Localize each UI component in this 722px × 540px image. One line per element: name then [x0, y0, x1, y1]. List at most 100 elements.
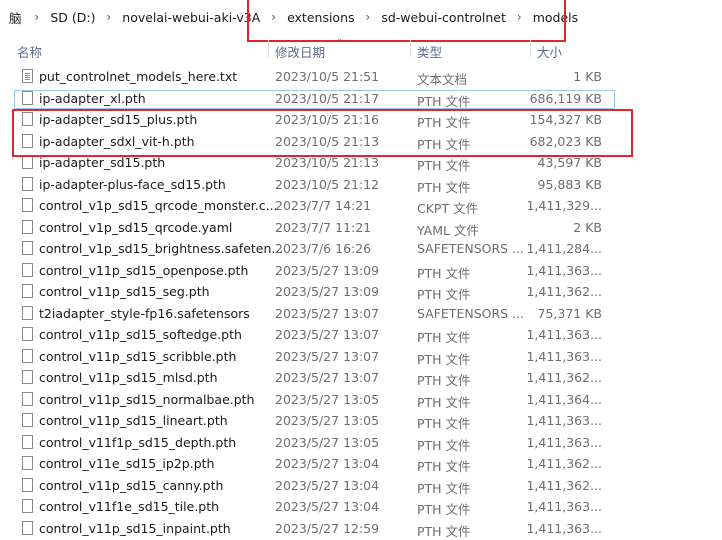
- file-size: 2 KB: [573, 219, 602, 235]
- file-type: PTH 文件: [417, 373, 471, 388]
- file-row[interactable]: put_controlnet_models_here.txt 2023/10/5 …: [0, 66, 722, 88]
- sort-chevron-icon[interactable]: ⌄: [336, 34, 343, 43]
- file-date: 2023/5/27 13:07: [275, 305, 380, 321]
- file-name: control_v1p_sd15_qrcode.yaml: [39, 219, 233, 235]
- file-icon: [22, 456, 33, 470]
- file-row[interactable]: ip-adapter_sd15_plus.pth 2023/10/5 21:16 P…: [0, 109, 722, 131]
- file-row[interactable]: control_v1p_sd15_qrcode_monster.c... 2023…: [0, 195, 722, 217]
- file-type: PTH 文件: [417, 437, 471, 453]
- file-row[interactable]: control_v11p_sd15_softedge.pth 2023/5/27 …: [0, 324, 722, 346]
- file-icon: [22, 90, 33, 105]
- file-date: 2023/5/27 13:07: [275, 370, 380, 385]
- file-row[interactable]: ip-adapter_sd15.pth 2023/10/5 21:13 PTH 文件…: [0, 152, 722, 174]
- file-row[interactable]: control_v11p_sd15_mlsd.pth 2023/5/27 13:0…: [0, 367, 722, 389]
- file-row[interactable]: control_v11p_sd15_seg.pth 2023/5/27 13:09…: [0, 281, 722, 303]
- file-icon: [22, 241, 33, 255]
- file-name: ip-adapter_sd15.pth: [39, 155, 166, 170]
- file-row[interactable]: control_v11p_sd15_scribble.pth 2023/5/27 …: [0, 346, 722, 368]
- file-size: 1,411,363...: [526, 327, 602, 342]
- breadcrumb-separator-icon[interactable]: ›: [357, 10, 380, 24]
- breadcrumb-item-models[interactable]: models: [531, 10, 580, 25]
- file-type: PTH 文件: [417, 459, 471, 474]
- file-row[interactable]: control_v11p_sd15_normalbae.pth 2023/5/27…: [0, 389, 722, 411]
- file-type: SAFETENSORS ...: [417, 305, 524, 321]
- breadcrumb-item-drive[interactable]: SD (D:): [48, 10, 97, 25]
- file-name: control_v1p_sd15_qrcode_monster.c...: [39, 198, 278, 213]
- column-header-date[interactable]: 修改日期: [275, 42, 325, 61]
- file-icon: [22, 520, 33, 535]
- file-icon: [22, 391, 33, 406]
- file-icon: [22, 434, 33, 449]
- breadcrumb-separator-icon[interactable]: ›: [26, 10, 49, 24]
- breadcrumb-item-controlnet[interactable]: sd-webui-controlnet: [379, 10, 508, 25]
- file-name: control_v11f1p_sd15_depth.pth: [39, 434, 237, 450]
- column-divider[interactable]: [268, 40, 269, 58]
- file-date: 2023/5/27 13:05: [275, 413, 380, 428]
- breadcrumb-item-webui[interactable]: novelai-webui-aki-v3A: [120, 10, 262, 25]
- file-row[interactable]: ip-adapter_xl.pth 2023/10/5 21:17 PTH 文件 68…: [0, 88, 722, 110]
- file-row[interactable]: ip-adapter_sdxl_vit-h.pth 2023/10/5 21:13…: [0, 131, 722, 153]
- file-type: PTH 文件: [417, 93, 471, 109]
- column-header-size[interactable]: 大小: [537, 42, 562, 61]
- breadcrumb-item-computer[interactable]: 脑: [0, 8, 26, 27]
- file-date: 2023/7/7 11:21: [275, 219, 372, 235]
- file-date: 2023/5/27 13:05: [275, 391, 380, 407]
- file-size: 1,411,363...: [526, 413, 602, 428]
- file-row[interactable]: control_v1p_sd15_brightness.safeten... 20…: [0, 238, 722, 260]
- file-date: 2023/10/5 21:16: [275, 112, 380, 127]
- file-row[interactable]: control_v11p_sd15_inpaint.pth 2023/5/27 1…: [0, 518, 722, 540]
- file-type: PTH 文件: [417, 179, 471, 195]
- file-size: 75,371 KB: [537, 305, 602, 321]
- file-name: control_v11p_sd15_normalbae.pth: [39, 391, 255, 407]
- file-name: control_v11p_sd15_scribble.pth: [39, 348, 237, 364]
- breadcrumb-separator-icon[interactable]: ›: [262, 10, 285, 24]
- file-type: PTH 文件: [417, 351, 471, 367]
- file-size: 1,411,363...: [526, 499, 602, 514]
- file-type: PTH 文件: [417, 523, 471, 539]
- file-size: 1,411,284...: [526, 241, 602, 256]
- file-size: 1,411,363...: [526, 520, 602, 536]
- file-name: ip-adapter-plus-face_sd15.pth: [39, 176, 226, 192]
- file-row[interactable]: ip-adapter-plus-face_sd15.pth 2023/10/5 2…: [0, 174, 722, 196]
- file-type: CKPT 文件: [417, 201, 479, 216]
- file-icon: [22, 133, 33, 148]
- file-size: 95,883 KB: [537, 176, 602, 192]
- file-row[interactable]: control_v1p_sd15_qrcode.yaml 2023/7/7 11:…: [0, 217, 722, 239]
- file-name: t2iadapter_style-fp16.safetensors: [39, 305, 250, 321]
- file-row[interactable]: control_v11f1e_sd15_tile.pth 2023/5/27 13…: [0, 496, 722, 518]
- file-date: 2023/5/27 13:07: [275, 348, 380, 364]
- file-row[interactable]: control_v11p_sd15_canny.pth 2023/5/27 13:…: [0, 475, 722, 497]
- file-name: control_v11p_sd15_softedge.pth: [39, 327, 242, 342]
- file-date: 2023/5/27 13:04: [275, 456, 380, 471]
- file-name: control_v11f1e_sd15_tile.pth: [39, 499, 220, 514]
- file-size: 1,411,363...: [526, 434, 602, 450]
- column-header-type[interactable]: 类型: [417, 42, 442, 61]
- file-row[interactable]: control_v11e_sd15_ip2p.pth 2023/5/27 13:0…: [0, 453, 722, 475]
- file-row[interactable]: control_v11p_sd15_lineart.pth 2023/5/27 1…: [0, 410, 722, 432]
- file-type: PTH 文件: [417, 416, 471, 431]
- file-name: control_v11p_sd15_inpaint.pth: [39, 520, 231, 536]
- file-name: control_v11p_sd15_lineart.pth: [39, 413, 228, 428]
- breadcrumb-item-extensions[interactable]: extensions: [285, 10, 356, 25]
- file-row[interactable]: t2iadapter_style-fp16.safetensors 2023/5/…: [0, 303, 722, 325]
- breadcrumb-separator-icon[interactable]: ›: [97, 10, 120, 24]
- file-size: 1,411,362...: [526, 456, 602, 471]
- file-row[interactable]: control_v11p_sd15_openpose.pth 2023/5/27 …: [0, 260, 722, 282]
- file-list: put_controlnet_models_here.txt 2023/10/5 …: [0, 66, 722, 539]
- file-icon: [22, 112, 33, 126]
- file-icon: [22, 370, 33, 384]
- column-header-name[interactable]: 名称: [17, 42, 42, 61]
- file-name: ip-adapter_xl.pth: [39, 90, 146, 106]
- file-row[interactable]: control_v11f1p_sd15_depth.pth 2023/5/27 1…: [0, 432, 722, 454]
- file-date: 2023/10/5 21:51: [275, 69, 380, 84]
- column-divider[interactable]: [530, 40, 531, 58]
- file-icon: [22, 327, 33, 341]
- file-icon: [22, 477, 33, 492]
- file-type: PTH 文件: [417, 287, 471, 302]
- column-divider[interactable]: [410, 40, 411, 58]
- file-name: put_controlnet_models_here.txt: [39, 69, 238, 84]
- breadcrumb-separator-icon[interactable]: ›: [508, 10, 531, 24]
- file-date: 2023/5/27 13:04: [275, 499, 380, 514]
- file-date: 2023/5/27 13:09: [275, 284, 380, 299]
- file-name: control_v11p_sd15_seg.pth: [39, 284, 210, 299]
